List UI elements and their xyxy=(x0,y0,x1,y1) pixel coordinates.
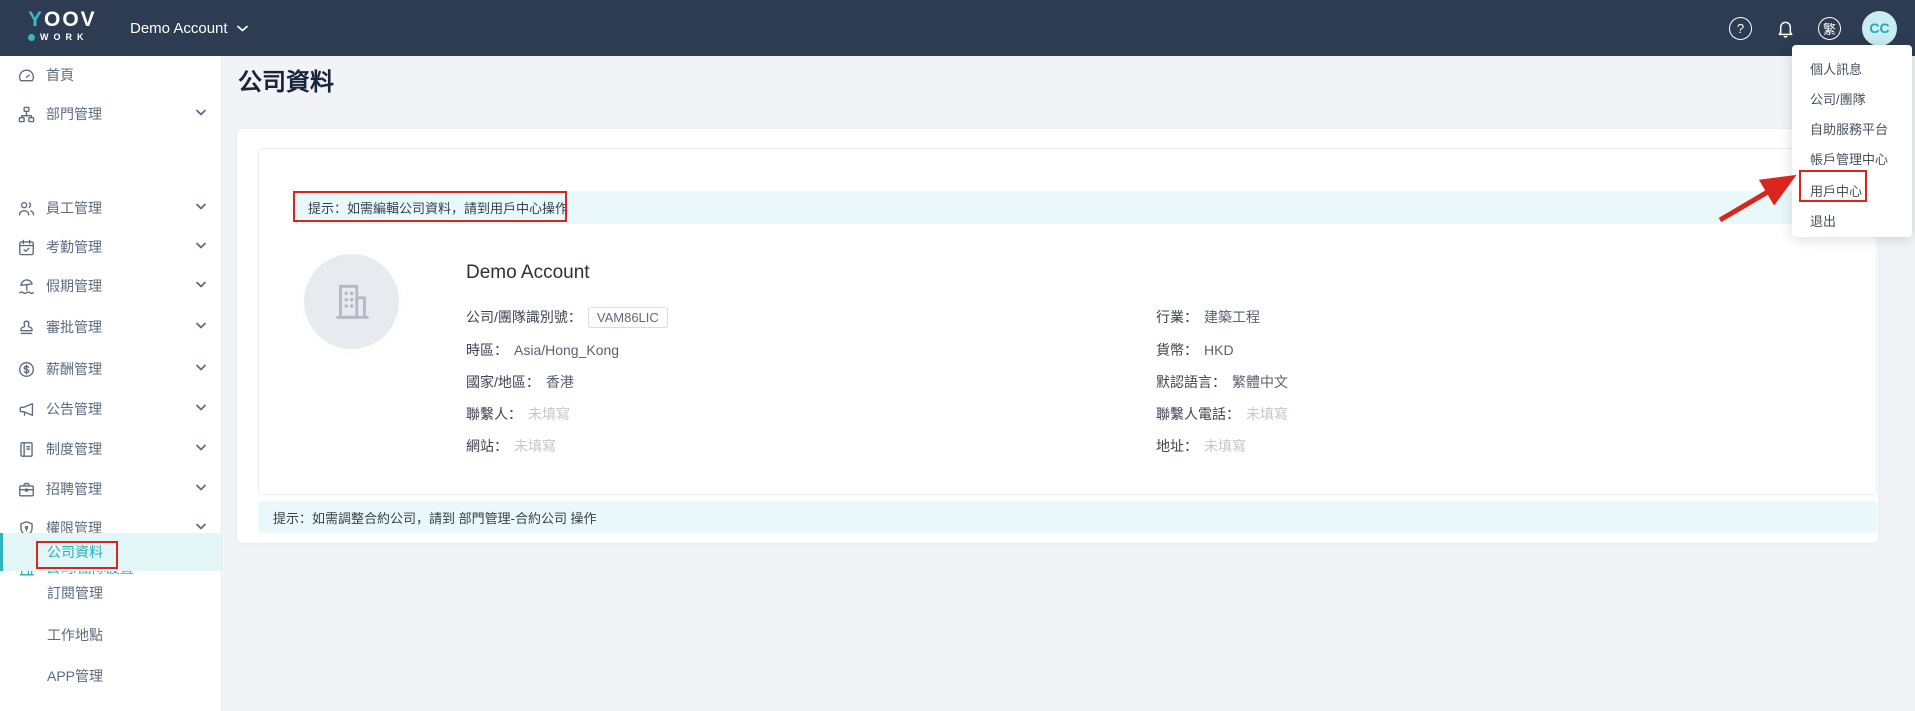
company-avatar xyxy=(304,254,399,349)
menu-item-account-center[interactable]: 帳戶管理中心 xyxy=(1792,143,1912,173)
menu-item-company-team[interactable]: 公司/團隊 xyxy=(1792,83,1912,113)
company-id-badge: VAM86LIC xyxy=(588,307,668,328)
sidebar-item-announcement[interactable]: 公告管理 xyxy=(0,390,221,428)
edit-tip-banner: 提示：如需編輯公司資料，請到用戶中心操作 xyxy=(294,191,1843,224)
chevron-down-icon xyxy=(237,25,248,32)
chevron-down-icon xyxy=(196,444,206,451)
page-title: 公司資料 xyxy=(238,62,334,97)
sidebar-item-home[interactable]: 首頁 xyxy=(0,56,221,94)
menu-item-personal-info[interactable]: 個人訊息 xyxy=(1792,53,1912,83)
org-chart-icon xyxy=(17,105,36,124)
contract-tip-banner: 提示：如需調整合約公司，請到 部門管理-合約公司 操作 xyxy=(258,501,1877,533)
sidebar-item-payroll[interactable]: 薪酬管理 xyxy=(0,350,221,388)
company-info-panel: 提示：如需編輯公司資料，請到用戶中心操作 Demo Account 公司/團隊識… xyxy=(258,148,1877,495)
account-switcher[interactable]: Demo Account xyxy=(130,0,248,56)
field-currency: 貨幣：HKD xyxy=(1156,340,1234,360)
vacation-icon xyxy=(17,277,36,296)
policy-book-icon xyxy=(17,440,36,459)
sidebar-item-department[interactable]: 部門管理 xyxy=(0,95,221,133)
field-industry: 行業：建築工程 xyxy=(1156,307,1260,327)
yoov-logo[interactable]: YOOV WORK xyxy=(28,9,108,43)
company-info-card: 提示：如需編輯公司資料，請到用戶中心操作 Demo Account 公司/團隊識… xyxy=(237,129,1878,543)
chevron-down-icon xyxy=(196,322,206,329)
briefcase-icon xyxy=(17,480,36,499)
app-root: YOOV WORK Demo Account ? 繁 CC 首頁 部門管理 xyxy=(0,0,1915,711)
chevron-down-icon xyxy=(196,364,206,371)
building-icon xyxy=(329,279,375,325)
field-timezone: 時區：Asia/Hong_Kong xyxy=(466,340,619,360)
stamp-icon xyxy=(17,318,36,337)
menu-item-logout[interactable]: 退出 xyxy=(1792,205,1912,235)
field-website: 網站：未填寫 xyxy=(466,436,556,456)
menu-item-user-center[interactable]: 用戶中心 xyxy=(1792,175,1912,205)
help-icon[interactable]: ? xyxy=(1729,17,1752,40)
megaphone-icon xyxy=(17,400,36,419)
logo-subtext: WORK xyxy=(28,31,108,43)
sidebar-item-employee[interactable]: 員工管理 xyxy=(0,189,221,227)
logo-text: YOOV xyxy=(28,9,108,31)
chevron-down-icon xyxy=(196,203,206,210)
sidebar-subitem-work-location[interactable]: 工作地點 xyxy=(0,616,221,654)
field-region: 國家/地區：香港 xyxy=(466,372,574,392)
account-name: Demo Account xyxy=(130,20,228,37)
sidebar-item-attendance[interactable]: 考勤管理 xyxy=(0,228,221,266)
chevron-down-icon xyxy=(196,109,206,116)
chevron-down-icon xyxy=(196,242,206,249)
sidebar-subitem-subscription[interactable]: 訂閱管理 xyxy=(0,574,221,612)
dashboard-icon xyxy=(17,66,36,85)
company-name: Demo Account xyxy=(466,262,590,284)
dollar-circle-icon xyxy=(17,360,36,379)
language-icon[interactable]: 繁 xyxy=(1818,17,1841,40)
user-menu-dropdown: 個人訊息 公司/團隊 自助服務平台 帳戶管理中心 用戶中心 退出 xyxy=(1792,45,1912,237)
sidebar-item-holiday[interactable]: 假期管理 xyxy=(0,267,221,305)
field-language: 默認語言：繁體中文 xyxy=(1156,372,1288,392)
chevron-down-icon xyxy=(196,404,206,411)
field-contact-phone: 聯繫人電話：未填寫 xyxy=(1156,404,1288,424)
field-contact: 聯繫人：未填寫 xyxy=(466,404,570,424)
people-icon xyxy=(17,199,36,218)
sidebar-item-recruitment[interactable]: 招聘管理 xyxy=(0,470,221,508)
sidebar-item-approval[interactable]: 審批管理 xyxy=(0,308,221,346)
chevron-down-icon xyxy=(196,281,206,288)
notification-bell-icon[interactable] xyxy=(1773,16,1797,40)
sidebar-subitem-company-info[interactable]: 公司資料 xyxy=(0,533,221,571)
chevron-down-icon xyxy=(196,484,206,491)
menu-item-self-service[interactable]: 自助服務平台 xyxy=(1792,113,1912,143)
sidebar-item-policy[interactable]: 制度管理 xyxy=(0,430,221,468)
calendar-check-icon xyxy=(17,238,36,257)
top-bar: YOOV WORK Demo Account ? 繁 CC xyxy=(0,0,1915,56)
sidebar: 首頁 部門管理 員工管理 考勤管理 假期管理 審批管理 xyxy=(0,56,222,711)
logo-dot-icon xyxy=(28,34,35,41)
sidebar-subitem-app-management[interactable]: APP管理 xyxy=(0,657,221,695)
user-avatar[interactable]: CC xyxy=(1862,11,1897,46)
chevron-down-icon xyxy=(196,523,206,530)
field-company-id: 公司/團隊識別號：VAM86LIC xyxy=(466,307,668,327)
field-address: 地址：未填寫 xyxy=(1156,436,1246,456)
